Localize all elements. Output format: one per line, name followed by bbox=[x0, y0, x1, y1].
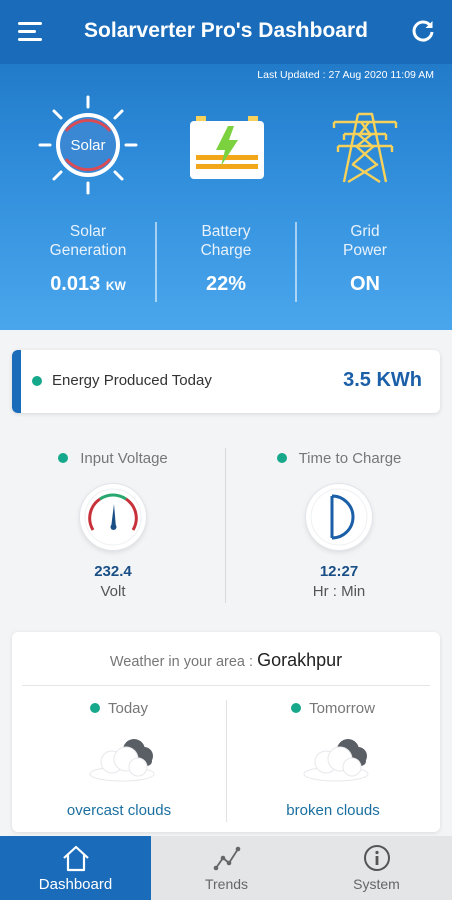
refresh-icon[interactable] bbox=[410, 18, 436, 44]
solar-generation-value: 0.013 bbox=[50, 273, 101, 295]
cloud-icon bbox=[302, 732, 372, 782]
solar-sun-icon: Solar bbox=[38, 95, 138, 195]
time-to-charge-panel: Time to Charge 12:27 Hr : Min bbox=[226, 448, 452, 603]
weather-tomorrow: Tomorrow broken clouds bbox=[226, 698, 440, 826]
time-to-charge-title-text: Time to Charge bbox=[298, 450, 402, 467]
weather-city: Gorakhpur bbox=[257, 650, 343, 670]
nav-dashboard-label: Dashboard bbox=[38, 876, 113, 893]
last-updated-text: Last Updated : 27 Aug 2020 11:09 AM bbox=[257, 69, 434, 81]
battery-charge-label-1: Battery bbox=[201, 223, 251, 240]
solar-generation-label-2: Generation bbox=[49, 242, 127, 259]
nav-dashboard[interactable]: Dashboard bbox=[0, 836, 151, 900]
status-dot bbox=[291, 703, 302, 713]
status-dot bbox=[89, 703, 100, 713]
grid-power-label-2: Power bbox=[343, 242, 387, 259]
home-icon bbox=[61, 844, 91, 872]
input-voltage-panel: Input Voltage 232.4 Volt bbox=[0, 448, 226, 603]
nav-trends[interactable]: Trends bbox=[151, 836, 302, 900]
grid-power-stat: Grid Power ON bbox=[290, 222, 440, 296]
battery-charge-label-2: Charge bbox=[200, 242, 252, 259]
weather-today-label: Today bbox=[107, 700, 149, 717]
bottom-navigation: Dashboard Trends System bbox=[0, 836, 452, 900]
weather-today: Today overcast clouds bbox=[12, 698, 226, 826]
charge-timer-icon bbox=[306, 484, 372, 550]
solar-generation-value-row: 0.013 KW bbox=[13, 273, 163, 296]
voltage-gauge-icon bbox=[80, 484, 146, 550]
status-dot bbox=[276, 453, 287, 463]
input-voltage-title: Input Voltage bbox=[0, 450, 226, 467]
energy-produced-label: Energy Produced Today bbox=[52, 372, 212, 389]
trends-icon bbox=[212, 844, 242, 872]
time-to-charge-title: Time to Charge bbox=[226, 450, 452, 467]
nav-system[interactable]: System bbox=[301, 836, 452, 900]
grid-power-label-1: Grid bbox=[350, 223, 380, 240]
time-to-charge-unit: Hr : Min bbox=[312, 583, 366, 600]
input-voltage-title-text: Input Voltage bbox=[80, 450, 168, 467]
energy-produced-card: Energy Produced Today 3.5 KWh bbox=[12, 350, 440, 413]
nav-trends-label: Trends bbox=[204, 876, 249, 892]
solar-generation-unit: KW bbox=[105, 279, 126, 293]
weather-today-condition: overcast clouds bbox=[66, 802, 172, 819]
battery-charge-stat: Battery Charge 22% bbox=[151, 222, 301, 296]
weather-tomorrow-label: Tomorrow bbox=[309, 700, 375, 717]
cloud-icon bbox=[88, 732, 158, 782]
solar-generation-label-1: Solar bbox=[69, 223, 107, 240]
battery-charge-value: 22% bbox=[205, 273, 247, 295]
solar-icon-label: Solar bbox=[70, 137, 105, 154]
input-voltage-unit: Volt bbox=[100, 583, 126, 600]
weather-today-title: Today bbox=[12, 700, 226, 717]
weather-divider bbox=[22, 685, 430, 686]
info-icon bbox=[362, 844, 392, 872]
weather-tomorrow-title: Tomorrow bbox=[226, 700, 440, 717]
energy-produced-value: 3.5 KWh bbox=[343, 369, 422, 391]
power-tower-icon bbox=[330, 112, 400, 184]
solar-generation-stat: Solar Generation 0.013 KW bbox=[13, 222, 163, 296]
input-voltage-value: 232.4 bbox=[94, 563, 132, 580]
weather-prefix: Weather in your area : bbox=[109, 654, 258, 670]
weather-card: Weather in your area : Gorakhpur Today o… bbox=[12, 632, 440, 832]
grid-power-value: ON bbox=[350, 273, 380, 295]
app-title: Solarverter Pro's Dashboard bbox=[84, 19, 368, 42]
status-dot bbox=[58, 453, 69, 463]
battery-icon bbox=[188, 116, 266, 182]
weather-heading: Weather in your area : Gorakhpur bbox=[12, 650, 440, 671]
status-dot bbox=[32, 376, 42, 386]
card-accent-bar bbox=[12, 350, 21, 413]
time-to-charge-value: 12:27 bbox=[319, 563, 359, 580]
top-bar: Solarverter Pro's Dashboard bbox=[0, 0, 452, 64]
nav-system-label: System bbox=[353, 876, 400, 892]
weather-tomorrow-condition: broken clouds bbox=[286, 802, 380, 819]
